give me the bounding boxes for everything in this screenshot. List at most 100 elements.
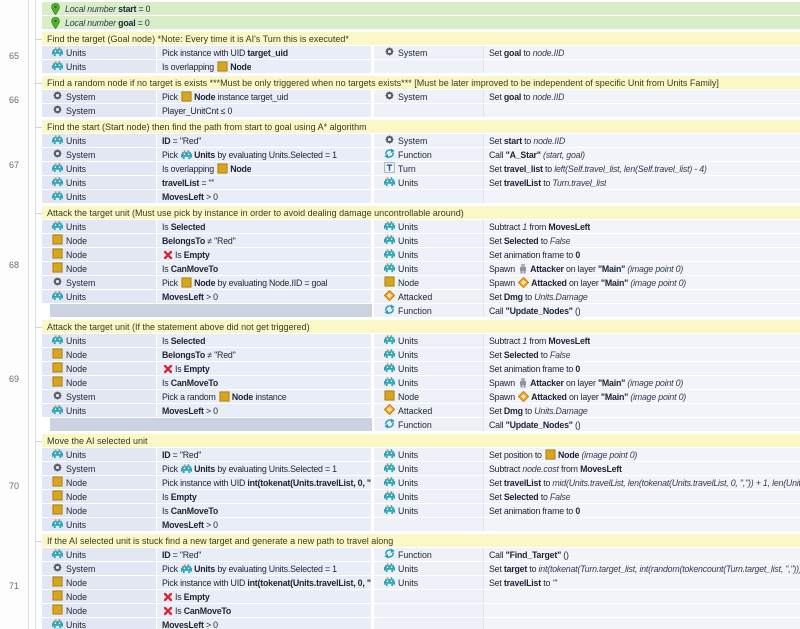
condition-text[interactable]: Is overlapping Node — [157, 162, 372, 175]
action-object[interactable]: System — [374, 90, 484, 103]
condition-object[interactable]: Node — [42, 348, 157, 361]
event-number[interactable]: 68 — [0, 260, 28, 270]
action-text[interactable]: Set Selected to False — [484, 348, 800, 361]
action-object[interactable] — [374, 618, 484, 629]
action-text[interactable]: Set travelList to mid(Units.travelList, … — [484, 476, 800, 489]
action-text[interactable]: Call "Update_Nodes" () — [484, 304, 800, 317]
condition-object[interactable]: Units — [42, 548, 157, 561]
condition-text[interactable]: ID = "Red" — [157, 448, 372, 461]
action-text[interactable]: Set target to int(tokenat(Turn.target_li… — [484, 562, 800, 575]
condition-text[interactable]: Pick instance with UID int(tokenat(Units… — [157, 476, 372, 489]
action-text[interactable]: Set position to Node (image point 0) — [484, 448, 800, 461]
action-text[interactable]: Subtract 1 from MovesLeft — [484, 334, 800, 347]
condition-object[interactable]: Units — [42, 618, 157, 629]
action-object[interactable]: Units — [374, 234, 484, 247]
action-text[interactable]: Set travel_list to left(Self.travel_list… — [484, 162, 800, 175]
event-number[interactable]: 67 — [0, 160, 28, 170]
action-text[interactable]: Spawn Attacker on layer "Main" (image po… — [484, 376, 800, 389]
action-object[interactable]: Units — [374, 220, 484, 233]
event-number[interactable]: 65 — [0, 51, 28, 61]
condition-object[interactable]: System — [42, 562, 157, 575]
action-object[interactable]: Units — [374, 462, 484, 475]
action-text[interactable] — [484, 604, 800, 617]
action-object[interactable]: Attacked — [374, 404, 484, 417]
action-object[interactable]: Units — [374, 376, 484, 389]
condition-text[interactable]: Pick Units by evaluating Units.Selected … — [157, 148, 372, 161]
action-text[interactable]: Call "Find_Target" () — [484, 548, 800, 561]
action-text[interactable]: Set start to node.IID — [484, 134, 800, 147]
condition-text[interactable]: Pick a random Node instance — [157, 390, 372, 403]
local-variable-row[interactable]: Local number goal = 0 — [42, 16, 800, 29]
condition-text[interactable]: Pick Units by evaluating Units.Selected … — [157, 462, 372, 475]
local-variable-row[interactable]: Local number start = 0 — [42, 2, 800, 15]
action-object[interactable]: Units — [374, 362, 484, 375]
condition-text[interactable]: BelongsTo ≠ "Red" — [157, 348, 372, 361]
condition-text[interactable]: travelList = "" — [157, 176, 372, 189]
condition-text[interactable]: Pick Node by evaluating Node.IID = goal — [157, 276, 372, 289]
action-object[interactable] — [374, 104, 484, 117]
comment-row[interactable]: Find a random node if no target is exist… — [42, 76, 800, 89]
condition-object[interactable]: Node — [42, 476, 157, 489]
action-object[interactable]: Units — [374, 490, 484, 503]
event-number[interactable]: 66 — [0, 95, 28, 105]
condition-text[interactable]: MovesLeft > 0 — [157, 518, 372, 531]
condition-text[interactable]: Player_UnitCnt ≤ 0 — [157, 104, 372, 117]
action-object[interactable] — [374, 590, 484, 603]
condition-text[interactable]: MovesLeft > 0 — [157, 190, 372, 203]
condition-object[interactable]: Units — [42, 134, 157, 147]
action-text[interactable]: Subtract 1 from MovesLeft — [484, 220, 800, 233]
condition-text[interactable]: Is CanMoveTo — [157, 376, 372, 389]
action-object[interactable] — [374, 604, 484, 617]
action-object[interactable]: Units — [374, 348, 484, 361]
condition-text[interactable]: BelongsTo ≠ "Red" — [157, 234, 372, 247]
event-number[interactable]: 70 — [0, 481, 28, 491]
condition-object[interactable]: Node — [42, 362, 157, 375]
action-object[interactable]: Units — [374, 248, 484, 261]
action-text[interactable]: Call "Update_Nodes" () — [484, 418, 800, 431]
action-object[interactable]: Node — [374, 276, 484, 289]
condition-object[interactable]: Units — [42, 60, 157, 73]
condition-object[interactable]: Units — [42, 220, 157, 233]
action-object[interactable]: Function — [374, 148, 484, 161]
action-object[interactable]: Units — [374, 476, 484, 489]
action-object[interactable]: Units — [374, 262, 484, 275]
action-object[interactable]: Units — [374, 176, 484, 189]
condition-text[interactable]: Is Selected — [157, 334, 372, 347]
condition-text[interactable]: MovesLeft > 0 — [157, 290, 372, 303]
action-text[interactable]: Call "A_Star" (start, goal) — [484, 148, 800, 161]
comment-row[interactable]: Attack the target unit (Must use pick by… — [42, 206, 800, 219]
action-text[interactable]: Set animation frame to 0 — [484, 248, 800, 261]
condition-text[interactable]: Is Selected — [157, 220, 372, 233]
action-object[interactable] — [374, 60, 484, 73]
action-text[interactable]: Set Selected to False — [484, 490, 800, 503]
condition-object[interactable]: System — [42, 276, 157, 289]
action-object[interactable]: Attacked — [374, 290, 484, 303]
action-text[interactable] — [484, 618, 800, 629]
condition-object[interactable]: System — [42, 90, 157, 103]
action-text[interactable]: Set travelList to "" — [484, 576, 800, 589]
condition-text[interactable]: MovesLeft > 0 — [157, 618, 372, 629]
condition-object[interactable]: Units — [42, 334, 157, 347]
action-object[interactable]: Units — [374, 504, 484, 517]
condition-object[interactable]: Units — [42, 518, 157, 531]
action-text[interactable]: Set animation frame to 0 — [484, 504, 800, 517]
action-object[interactable] — [374, 518, 484, 531]
condition-object[interactable]: System — [42, 104, 157, 117]
condition-object[interactable]: Units — [42, 190, 157, 203]
action-object[interactable]: Function — [374, 304, 484, 317]
event-number[interactable]: 71 — [0, 581, 28, 591]
condition-object[interactable]: Node — [42, 590, 157, 603]
action-object[interactable]: Units — [374, 562, 484, 575]
condition-object[interactable]: Node — [42, 504, 157, 517]
condition-text[interactable]: Is overlapping Node — [157, 60, 372, 73]
action-object[interactable]: System — [374, 46, 484, 59]
action-text[interactable]: Spawn Attacked on layer "Main" (image po… — [484, 390, 800, 403]
condition-object[interactable]: Node — [42, 248, 157, 261]
condition-object[interactable]: System — [42, 462, 157, 475]
condition-object[interactable]: Units — [42, 162, 157, 175]
condition-text[interactable]: Pick Node instance target_uid — [157, 90, 372, 103]
condition-text[interactable]: Pick instance with UID target_uid — [157, 46, 372, 59]
condition-text[interactable]: Pick Units by evaluating Units.Selected … — [157, 562, 372, 575]
action-text[interactable]: Set Selected to False — [484, 234, 800, 247]
condition-object[interactable]: Units — [42, 46, 157, 59]
